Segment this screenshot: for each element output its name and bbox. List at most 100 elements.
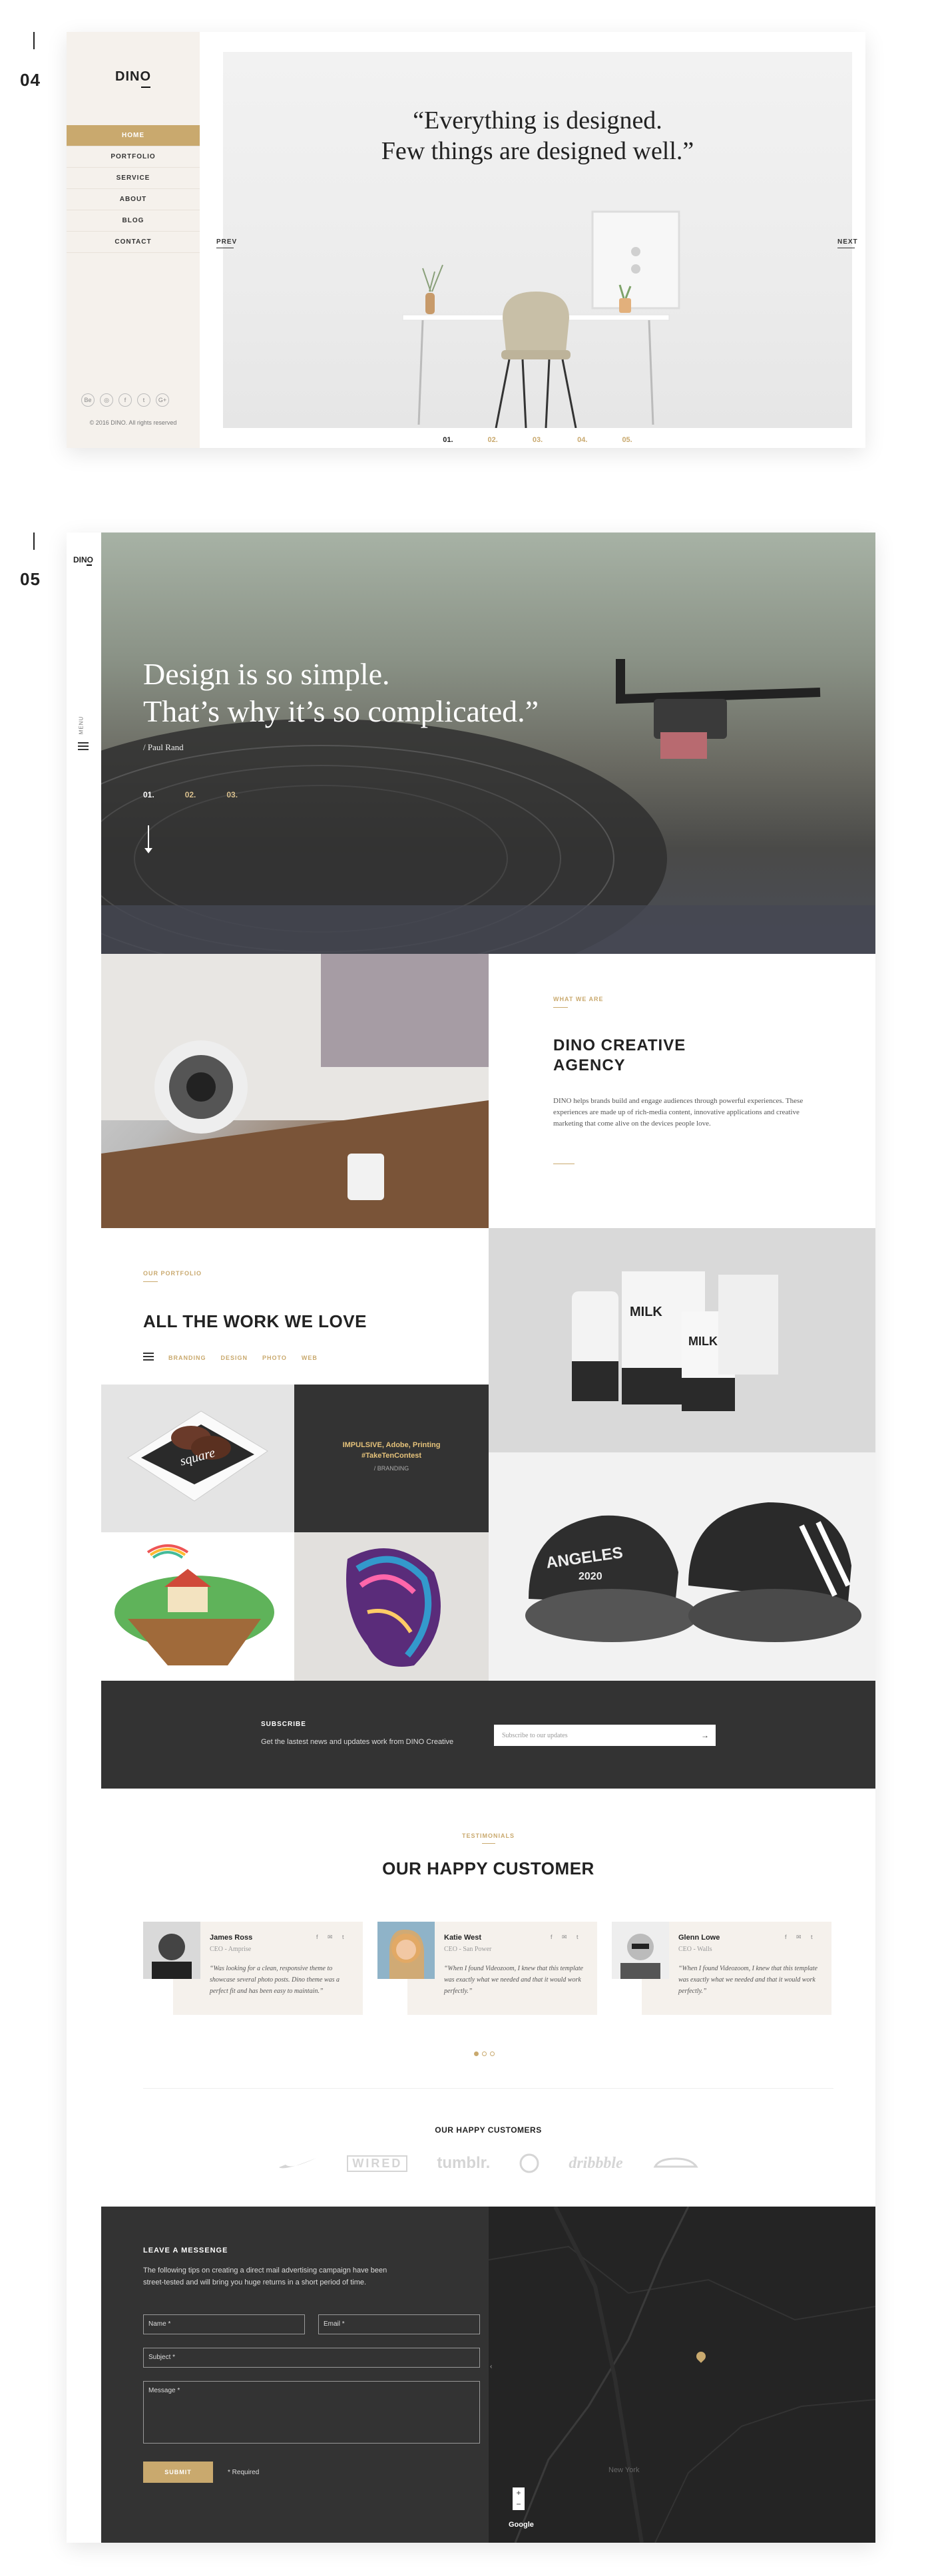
social-icons[interactable]: f ✉ t bbox=[316, 1934, 348, 1941]
sidebar: DINO HOME PORTFOLIO SERVICE ABOUT BLOG C… bbox=[67, 32, 200, 448]
person-name: Glenn Lowe bbox=[678, 1934, 720, 1942]
social-icons[interactable]: f ✉ t bbox=[551, 1934, 582, 1941]
person-name: Katie West bbox=[444, 1934, 482, 1942]
label-underline bbox=[143, 1281, 158, 1282]
filter-web[interactable]: WEB bbox=[302, 1355, 318, 1361]
testimonial-pager bbox=[474, 2051, 495, 2056]
portfolio-tile-hover[interactable]: IMPULSIVE, Adobe, Printing #TakeTenConte… bbox=[294, 1385, 489, 1532]
twitter-icon[interactable]: t bbox=[137, 393, 150, 407]
subscribe-input[interactable]: Subscribe to our updates → bbox=[494, 1725, 716, 1746]
message-field[interactable]: Message * bbox=[143, 2381, 480, 2444]
pager-item[interactable]: 05. bbox=[622, 436, 632, 444]
nav-item-portfolio[interactable]: PORTFOLIO bbox=[67, 146, 200, 168]
tumblr-logo: tumblr. bbox=[437, 2154, 491, 2172]
ge-logo bbox=[519, 2153, 539, 2173]
portfolio-section: OUR PORTFOLIO ALL THE WORK WE LOVE BRAND… bbox=[101, 1228, 875, 1681]
label-underline bbox=[553, 1007, 568, 1008]
car-logo bbox=[653, 2157, 698, 2168]
divider bbox=[143, 2088, 833, 2089]
customers-title: OUR HAPPY CUSTOMERS bbox=[435, 2125, 542, 2135]
nike-logo bbox=[279, 2158, 317, 2169]
testimonials-section: TESTIMONIALS OUR HAPPY CUSTOMER James Ro… bbox=[101, 1789, 875, 2207]
hero-quote: Design is so simple. That’s why it’s so … bbox=[143, 656, 539, 730]
name-field[interactable]: Name * bbox=[143, 2314, 305, 2334]
arrow-right-icon[interactable]: → bbox=[701, 1731, 709, 1740]
instagram-icon[interactable]: ◎ bbox=[100, 393, 113, 407]
hero-quote-line1: Design is so simple. bbox=[143, 657, 390, 691]
social-icons[interactable]: f ✉ t bbox=[785, 1934, 817, 1941]
pager-item[interactable]: 01. bbox=[443, 436, 453, 444]
section-number: 04 bbox=[20, 70, 41, 90]
subject-field[interactable]: Subject * bbox=[143, 2348, 480, 2368]
testimonial-quote: “When I found Videozoom, I knew that thi… bbox=[444, 1965, 583, 1995]
testimonial-card: Glenn Lowe CEO - Walls f ✉ t “When I fou… bbox=[612, 1922, 831, 2015]
google-plus-icon[interactable]: G+ bbox=[156, 393, 169, 407]
nav-item-blog[interactable]: BLOG bbox=[67, 210, 200, 232]
testimonial-quote: “When I found Videozoom, I knew that thi… bbox=[678, 1965, 817, 1995]
pager-dot[interactable] bbox=[490, 2051, 495, 2056]
pager-item[interactable]: 03. bbox=[226, 790, 238, 799]
about-title-line1: DINO CREATIVE bbox=[553, 1036, 686, 1054]
prev-button[interactable]: PREV bbox=[216, 238, 237, 248]
submit-button[interactable]: SUBMIT bbox=[143, 2462, 213, 2483]
contact-title: LEAVE A MESSENGE bbox=[143, 2247, 228, 2254]
avatar bbox=[612, 1922, 669, 1979]
nav-item-about[interactable]: ABOUT bbox=[67, 189, 200, 210]
google-logo: Google bbox=[509, 2521, 534, 2529]
pager-dot[interactable] bbox=[482, 2051, 487, 2056]
hero-desk-illustration bbox=[402, 210, 680, 428]
filter-photo[interactable]: PHOTO bbox=[262, 1355, 287, 1361]
tile-tag: #TakeTenContest bbox=[361, 1452, 422, 1460]
nav-item-contact[interactable]: CONTACT bbox=[67, 232, 200, 253]
hero-author: / Paul Rand bbox=[143, 742, 184, 752]
contact-section: LEAVE A MESSENGE The following tips on c… bbox=[101, 2207, 875, 2543]
cap-year: 2020 bbox=[579, 1571, 602, 1582]
portfolio-tile-caps[interactable]: ANGELES 2020 bbox=[489, 1452, 875, 1681]
logo[interactable]: DINO bbox=[73, 555, 93, 564]
tile-category: / BRANDING bbox=[373, 1465, 409, 1472]
about-section: WHAT WE ARE DINO CREATIVE AGENCY DINO he… bbox=[101, 954, 875, 1228]
pager-item[interactable]: 02. bbox=[488, 436, 498, 444]
tile-title: IMPULSIVE, Adobe, Printing bbox=[342, 1441, 441, 1449]
main-nav: HOME PORTFOLIO SERVICE ABOUT BLOG CONTAC… bbox=[67, 125, 200, 253]
portfolio-tile-square[interactable]: square bbox=[101, 1385, 294, 1532]
nav-item-home[interactable]: HOME bbox=[67, 125, 200, 146]
subscribe-placeholder: Subscribe to our updates bbox=[502, 1731, 568, 1739]
next-button[interactable]: NEXT bbox=[837, 238, 858, 248]
map-collapse-icon[interactable]: ‹ bbox=[490, 2363, 492, 2370]
section-marker-line bbox=[33, 533, 35, 550]
portfolio-intro: OUR PORTFOLIO ALL THE WORK WE LOVE BRAND… bbox=[101, 1228, 489, 1385]
portfolio-tile-milk[interactable]: MILK MILK bbox=[489, 1228, 875, 1452]
pager-item[interactable]: 02. bbox=[185, 790, 196, 799]
pager-dot[interactable] bbox=[474, 2051, 479, 2056]
testimonials-title: OUR HAPPY CUSTOMER bbox=[382, 1858, 594, 1878]
filter-all-icon[interactable] bbox=[143, 1353, 154, 1363]
section-label: OUR PORTFOLIO bbox=[143, 1270, 202, 1277]
facebook-icon[interactable]: f bbox=[118, 393, 132, 407]
pager-item[interactable]: 01. bbox=[143, 790, 154, 799]
hero-quote-line2: That’s why it’s so complicated.” bbox=[143, 694, 539, 728]
behance-icon[interactable]: Be bbox=[81, 393, 95, 407]
avatar bbox=[377, 1922, 435, 1979]
email-field[interactable]: Email * bbox=[318, 2314, 480, 2334]
milk-label: MILK bbox=[630, 1305, 662, 1319]
filter-design[interactable]: DESIGN bbox=[221, 1355, 248, 1361]
contact-form: LEAVE A MESSENGE The following tips on c… bbox=[101, 2207, 489, 2543]
map[interactable]: ‹ New York + − Google bbox=[489, 2207, 875, 2543]
nav-item-service[interactable]: SERVICE bbox=[67, 168, 200, 189]
homepage-variant-04: DINO HOME PORTFOLIO SERVICE ABOUT BLOG C… bbox=[67, 32, 865, 448]
pager-item[interactable]: 04. bbox=[577, 436, 587, 444]
portfolio-title: ALL THE WORK WE LOVE bbox=[143, 1311, 367, 1331]
subscribe-text: Get the lastest news and updates work fr… bbox=[261, 1738, 454, 1746]
hamburger-menu-icon[interactable] bbox=[78, 742, 89, 752]
zoom-control[interactable]: + − bbox=[513, 2487, 525, 2510]
scroll-down-arrow-icon[interactable] bbox=[144, 825, 152, 853]
filter-branding[interactable]: BRANDING bbox=[168, 1355, 206, 1361]
menu-label: MENU bbox=[78, 716, 85, 735]
pager-item[interactable]: 03. bbox=[533, 436, 543, 444]
portfolio-tile-face[interactable] bbox=[294, 1532, 489, 1681]
about-title: DINO CREATIVE AGENCY bbox=[553, 1036, 686, 1076]
section-label: WHAT WE ARE bbox=[553, 996, 604, 1002]
portfolio-tile-island[interactable] bbox=[101, 1532, 294, 1681]
logo[interactable]: DINO bbox=[67, 69, 200, 85]
